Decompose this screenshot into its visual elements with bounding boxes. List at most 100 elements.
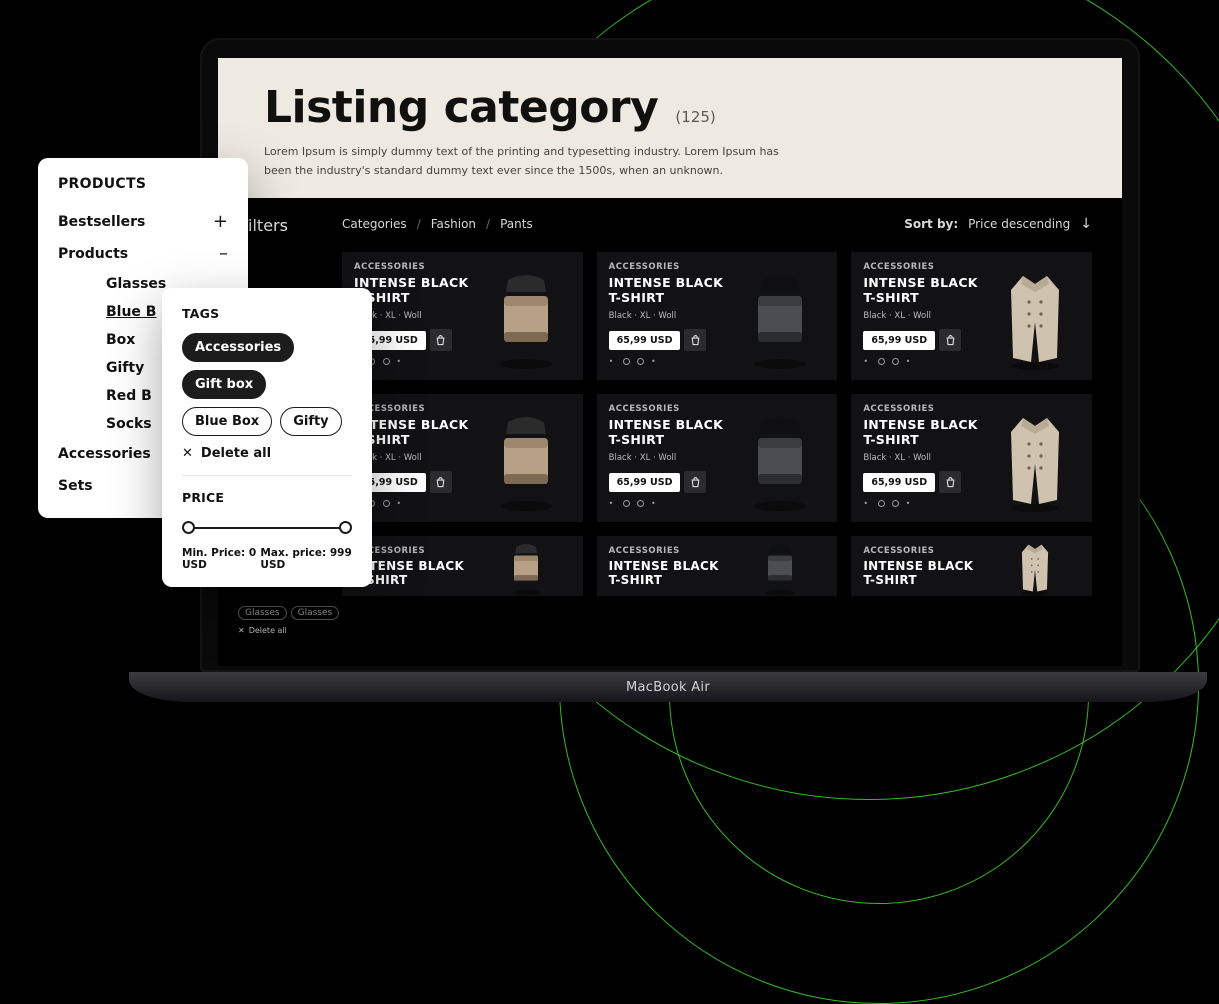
background-delete-all-label: Delete all bbox=[249, 626, 287, 635]
product-category: ACCESSORIES bbox=[354, 262, 468, 272]
product-card[interactable]: ACCESSORIES INTENSE BLACK T-SHIRT Black … bbox=[342, 394, 583, 522]
hero: Listing category (125) Lorem Ipsum is si… bbox=[218, 58, 1122, 198]
product-name: INTENSE BLACK T-SHIRT bbox=[863, 276, 977, 305]
breadcrumb-item[interactable]: Pants bbox=[500, 217, 533, 231]
products-panel-title: PRODUCTS bbox=[58, 176, 228, 192]
add-to-bag-button[interactable] bbox=[939, 329, 961, 351]
bg-tags: Glasses Glasses ✕ Delete all bbox=[238, 606, 358, 635]
laptop-chin: MacBook Air bbox=[129, 672, 1207, 702]
product-card[interactable]: ACCESSORIES INTENSE BLACK T-SHIRT bbox=[851, 536, 1092, 596]
price-max-label: Max. price: 999 USD bbox=[260, 547, 352, 571]
product-grid: ACCESSORIES INTENSE BLACK T-SHIRT Black … bbox=[342, 252, 1092, 596]
delete-all-button[interactable]: ✕ Delete all bbox=[182, 446, 352, 461]
sidebar-item[interactable]: Products – bbox=[58, 238, 228, 270]
product-category: ACCESSORIES bbox=[863, 262, 977, 272]
tag-chip[interactable]: Gifty bbox=[280, 407, 341, 436]
breadcrumb[interactable]: Categories / Fashion / Pants bbox=[342, 217, 533, 231]
product-category: ACCESSORIES bbox=[863, 546, 973, 556]
product-attrs: Black · XL · Woll bbox=[609, 453, 723, 463]
product-image bbox=[481, 404, 571, 514]
arrow-down-icon: ↓ bbox=[1080, 216, 1092, 232]
add-to-bag-button[interactable] bbox=[430, 329, 452, 351]
product-name: INTENSE BLACK T-SHIRT bbox=[863, 560, 973, 588]
price-button[interactable]: 65,99 USD bbox=[609, 473, 681, 492]
sidebar-item-label: Accessories bbox=[58, 446, 151, 462]
result-count: (125) bbox=[675, 108, 715, 126]
breadcrumb-item[interactable]: Categories bbox=[342, 217, 407, 231]
delete-all-label: Delete all bbox=[201, 446, 271, 461]
product-card[interactable]: ACCESSORIES INTENSE BLACK T-SHIRT bbox=[597, 536, 838, 596]
variant-dots[interactable]: • • bbox=[863, 357, 977, 366]
product-card[interactable]: ACCESSORIES INTENSE BLACK T-SHIRT Black … bbox=[597, 252, 838, 380]
product-name: INTENSE BLACK T-SHIRT bbox=[609, 276, 723, 305]
divider bbox=[182, 475, 352, 476]
bag-icon bbox=[434, 334, 447, 347]
slider-track bbox=[188, 527, 346, 529]
page-title: Listing category bbox=[264, 82, 658, 133]
bag-icon bbox=[434, 476, 447, 489]
tag-chip[interactable]: Blue Box bbox=[182, 407, 272, 436]
sidebar-subitem-label: Red B bbox=[106, 388, 152, 404]
sidebar-subitem-label: Glasses bbox=[106, 276, 166, 292]
product-attrs: Black · XL · Woll bbox=[609, 311, 723, 321]
price-button[interactable]: 65,99 USD bbox=[609, 331, 681, 350]
breadcrumb-separator: / bbox=[486, 217, 490, 231]
variant-dots[interactable]: • • bbox=[863, 499, 977, 508]
product-category: ACCESSORIES bbox=[609, 546, 719, 556]
variant-dots[interactable]: • • bbox=[609, 357, 723, 366]
close-icon: ✕ bbox=[238, 626, 245, 635]
price-button[interactable]: 65,99 USD bbox=[863, 473, 935, 492]
breadcrumb-item[interactable]: Fashion bbox=[431, 217, 476, 231]
slider-knob-max[interactable] bbox=[339, 521, 352, 534]
variant-dots[interactable]: • • bbox=[609, 499, 723, 508]
close-icon: ✕ bbox=[182, 446, 193, 461]
sidebar-subitem-label: Gifty bbox=[106, 360, 144, 376]
sidebar-item-label: Bestsellers bbox=[58, 214, 145, 230]
bag-icon bbox=[944, 334, 957, 347]
sidebar-subitem-label: Box bbox=[106, 332, 135, 348]
tags-panel: TAGS Accessories Gift box Blue Box Gifty ✕ … bbox=[162, 288, 372, 587]
sidebar-subitem-label: Socks bbox=[106, 416, 152, 432]
product-card[interactable]: ACCESSORIES INTENSE BLACK T-SHIRT Black … bbox=[851, 394, 1092, 522]
product-attrs: Black · XL · Woll bbox=[863, 311, 977, 321]
bag-icon bbox=[944, 476, 957, 489]
add-to-bag-button[interactable] bbox=[684, 471, 706, 493]
sidebar-item-label: Products bbox=[58, 246, 128, 262]
product-image bbox=[990, 262, 1080, 372]
breadcrumb-separator: / bbox=[417, 217, 421, 231]
tag-chip[interactable]: Gift box bbox=[182, 370, 266, 399]
product-name: INTENSE BLACK T-SHIRT bbox=[863, 418, 977, 447]
product-attrs: Black · XL · Woll bbox=[863, 453, 977, 463]
add-to-bag-button[interactable] bbox=[430, 471, 452, 493]
filters-title: Filters bbox=[240, 216, 326, 235]
background-tag-chip[interactable]: Glasses bbox=[291, 606, 340, 620]
sort-by-value: Price descending bbox=[968, 217, 1070, 231]
product-card[interactable]: ACCESSORIES INTENSE BLACK T-SHIRT Black … bbox=[851, 252, 1092, 380]
product-card[interactable]: ACCESSORIES INTENSE BLACK T-SHIRT Black … bbox=[342, 252, 583, 380]
bag-icon bbox=[689, 476, 702, 489]
sidebar-subitem-label: Blue B bbox=[106, 304, 156, 320]
product-card[interactable]: ACCESSORIES INTENSE BLACK T-SHIRT bbox=[342, 536, 583, 596]
tags-title: TAGS bbox=[182, 306, 352, 321]
page-subtitle: Lorem Ipsum is simply dummy text of the … bbox=[264, 143, 804, 180]
product-image bbox=[990, 546, 1080, 588]
price-button[interactable]: 65,99 USD bbox=[863, 331, 935, 350]
background-delete-all[interactable]: ✕ Delete all bbox=[238, 626, 358, 635]
product-image bbox=[990, 404, 1080, 514]
add-to-bag-button[interactable] bbox=[939, 471, 961, 493]
background-tag-chip[interactable]: Glasses bbox=[238, 606, 287, 620]
slider-knob-min[interactable] bbox=[182, 521, 195, 534]
bag-icon bbox=[689, 334, 702, 347]
price-slider[interactable] bbox=[182, 517, 352, 539]
product-category: ACCESSORIES bbox=[863, 404, 977, 414]
laptop-model-label: MacBook Air bbox=[626, 680, 710, 695]
sidebar-item[interactable]: Bestsellers + bbox=[58, 206, 228, 238]
product-card[interactable]: ACCESSORIES INTENSE BLACK T-SHIRT Black … bbox=[597, 394, 838, 522]
add-to-bag-button[interactable] bbox=[684, 329, 706, 351]
product-category: ACCESSORIES bbox=[609, 262, 723, 272]
sort-by[interactable]: Sort by: Price descending ↓ bbox=[904, 216, 1092, 232]
product-image bbox=[735, 262, 825, 372]
plus-icon[interactable]: + bbox=[213, 215, 228, 229]
minus-icon[interactable]: – bbox=[219, 247, 228, 261]
tag-chip[interactable]: Accessories bbox=[182, 333, 294, 362]
